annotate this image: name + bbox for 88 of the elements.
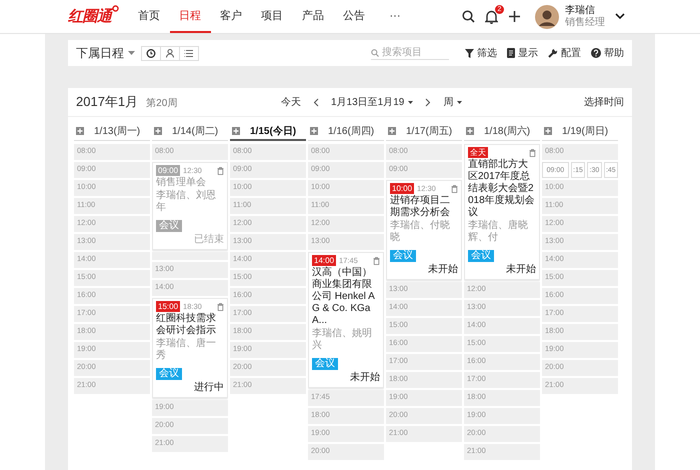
search-icon [371,48,379,56]
month-title: 2017年1月 [76,93,138,111]
add-icon[interactable] [466,127,474,135]
event-tag: 会议 [390,250,416,262]
day-label: 1/15(今日) [250,124,296,138]
event-attendees: 李瑞信、唐晓辉、付 [468,220,529,244]
caret-icon [408,100,414,104]
user-role: 销售经理 [565,16,605,28]
nav-tab[interactable]: 客户 [210,0,252,33]
trash-icon[interactable] [373,256,380,264]
nav-tab[interactable]: 公告 [334,0,374,33]
bell-icon[interactable] [485,10,498,24]
previous-icon[interactable] [313,98,319,106]
user-name: 李瑞信 [565,5,596,16]
add-icon[interactable] [310,127,318,135]
day-header[interactable]: 1/19(周日) [542,122,618,141]
day-header[interactable]: 1/14(周二) [152,122,228,141]
nav-tab[interactable]: 首页 [128,0,170,33]
day-label: 1/19(周日) [562,125,608,138]
event-status: 未开始 [505,264,536,276]
logo[interactable]: 红圈通 [68,7,118,26]
day-header[interactable]: 1/13(周一) [74,122,150,141]
logo-ring-icon [112,5,118,12]
help-icon [591,48,601,58]
event-title: 红圈科技需求会研讨会指示 [156,313,217,337]
event-status: 未开始 [349,372,380,384]
event-title: 进销存项目二期需求分析会 [390,195,451,219]
search-icon[interactable] [462,10,475,23]
day-label: 1/14(周二) [172,125,218,138]
trash-icon[interactable] [217,166,224,174]
chevron-down-icon[interactable] [615,13,625,20]
day-label: 1/18(周六) [484,124,530,138]
event-attendees: 李瑞信、付晓晓 [390,220,451,244]
caret-icon [457,100,462,104]
toolbar-button[interactable]: 显示 [507,46,538,60]
day-label: 1/17(周五) [406,125,452,138]
day-header[interactable]: 1/16(周四) [308,122,384,141]
nav-tab[interactable]: 项目 [252,0,292,33]
toolbar-button[interactable]: 配置 [548,46,581,60]
event-status: 未开始 [427,264,458,276]
day-header[interactable]: 1/18(周六) [464,122,540,141]
nav-tab[interactable]: ··· [374,0,416,33]
day-header[interactable]: 1/15(今日) [230,122,306,141]
add-icon[interactable] [544,127,552,135]
caret-icon [128,51,135,55]
event-title: 销售理单会 [156,177,207,189]
avatar[interactable] [535,4,559,28]
today-button[interactable]: 今天 [281,95,301,109]
trash-icon[interactable] [217,302,224,310]
view-dropdown[interactable]: 周 [443,95,462,109]
add-icon[interactable] [76,127,84,135]
next-icon[interactable] [425,98,432,106]
toolbar-button[interactable]: 帮助 [591,46,624,60]
day-header[interactable]: 1/17(周五) [386,122,462,141]
start-time-badge: 10:00 [390,183,414,194]
day-label: 1/13(周一) [94,125,140,138]
event-status: 进行中 [193,382,224,394]
event-tag: 会议 [312,358,338,370]
event-title: 汉高（中国）商业集团有限公司 Henkel AG & Co. KGaA... [312,267,376,327]
add-icon[interactable] [388,127,396,135]
event-status: 已结束 [193,234,224,246]
plus-icon[interactable] [508,10,521,23]
filter-icon [465,48,474,58]
add-icon[interactable] [232,126,240,134]
event-tag: 会议 [156,368,182,380]
event-tag: 会议 [156,220,182,232]
day-label: 1/16(周四) [328,125,374,138]
week-number: 第20周 [146,97,178,110]
event-attendees: 李瑞信、姚明兴 [312,328,373,352]
event-attendees: 李瑞信、刘恩年 [156,190,217,214]
pick-time-button[interactable]: 选择时间 [584,95,624,109]
start-time-badge: 全天 [468,147,488,158]
event-tag: 会议 [468,250,494,262]
event-card[interactable]: 全天 直销部北方大区2017年度总结表彰大会暨2018年度规划会议 李瑞信、唐晓辉、付 会议 未开始 [464,144,540,280]
wrench-icon [548,48,558,58]
start-time-badge: 14:00 [312,255,336,266]
nav-tab[interactable]: 产品 [292,0,334,33]
start-time-badge: 15:00 [156,301,180,312]
document-icon [507,48,515,58]
event-attendees: 李瑞信、唐一秀 [156,338,217,362]
start-time-badge: 09:00 [156,165,180,176]
trash-icon[interactable] [529,148,536,156]
schedule-dropdown[interactable]: 下属日程 [76,44,135,62]
date-range-dropdown[interactable]: 1月13日至1月19 [331,95,414,109]
toolbar-button[interactable]: 筛选 [465,46,497,60]
event-title: 直销部北方大区2017年度总结表彰大会暨2018年度规划会议 [468,159,536,219]
trash-icon[interactable] [451,184,458,192]
add-icon[interactable] [154,127,162,135]
